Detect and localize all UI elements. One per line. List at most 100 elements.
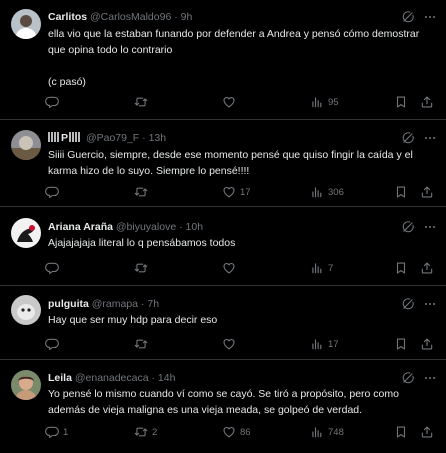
bookmark-button[interactable]: [394, 260, 408, 276]
tweet[interactable]: Carlitos @CarlosMaldo96 · 9h ella vio qu…: [0, 0, 446, 120]
tweet-header: Carlitos @CarlosMaldo96 · 9h: [48, 10, 416, 24]
user-handle[interactable]: @ramapa: [92, 298, 138, 310]
separator: ·: [151, 372, 156, 384]
user-handle[interactable]: @Pao79_F: [86, 132, 139, 144]
user-handle[interactable]: @biyuyalove: [116, 221, 176, 233]
avatar[interactable]: [11, 130, 41, 160]
grok-icon[interactable]: [401, 131, 415, 145]
more-icon[interactable]: [423, 371, 437, 385]
like-button[interactable]: 17: [222, 184, 251, 200]
views-button[interactable]: 748: [310, 424, 344, 440]
views-button[interactable]: 17: [310, 336, 339, 352]
reply-button[interactable]: 1: [45, 424, 68, 440]
grok-icon[interactable]: [401, 371, 415, 385]
tweet-top-actions: [401, 10, 437, 24]
timestamp[interactable]: 7h: [147, 298, 159, 310]
reply-button[interactable]: [45, 336, 63, 352]
share-button[interactable]: [420, 260, 434, 276]
reply-icon: [45, 337, 59, 351]
tweet[interactable]: P @Pao79_F · 13h Siiii Guercio, siempre,…: [0, 120, 446, 207]
tweet-text: ella vio que la estaban funando por defe…: [48, 28, 420, 88]
tweet-top-actions: [401, 131, 437, 145]
timestamp[interactable]: 14h: [158, 372, 176, 384]
retweet-button[interactable]: [134, 94, 152, 110]
timestamp[interactable]: 10h: [186, 221, 204, 233]
avatar[interactable]: [11, 295, 41, 325]
views-icon: [310, 185, 324, 199]
separator: ·: [174, 11, 178, 23]
user-name[interactable]: Leila: [48, 372, 72, 384]
grok-icon[interactable]: [401, 297, 415, 311]
reply-button[interactable]: [45, 184, 63, 200]
like-count: 17: [240, 186, 251, 198]
name-emoji-icon: [69, 132, 82, 142]
share-icon: [420, 337, 434, 351]
more-icon[interactable]: [423, 10, 437, 24]
user-name[interactable]: Ariana Araña: [48, 221, 113, 233]
bookmark-button[interactable]: [394, 424, 408, 440]
share-button[interactable]: [420, 336, 434, 352]
views-button[interactable]: 95: [310, 94, 339, 110]
user-handle[interactable]: @CarlosMaldo96: [90, 11, 171, 23]
views-button[interactable]: 306: [310, 184, 344, 200]
avatar[interactable]: [11, 9, 41, 39]
share-button[interactable]: [420, 94, 434, 110]
tweet-header: Ariana Araña @biyuyalove · 10h: [48, 220, 416, 234]
tweet-header: P @Pao79_F · 13h: [48, 131, 416, 145]
share-button[interactable]: [420, 184, 434, 200]
retweet-icon: [134, 261, 148, 275]
reply-icon: [45, 425, 59, 439]
avatar[interactable]: [11, 370, 41, 400]
views-icon: [310, 261, 324, 275]
grok-icon[interactable]: [401, 220, 415, 234]
reply-icon: [45, 261, 59, 275]
user-name[interactable]: Carlitos: [48, 11, 87, 23]
bookmark-button[interactable]: [394, 336, 408, 352]
tweet[interactable]: Leila @enanadecaca · 14h Yo pensé lo mis…: [0, 360, 446, 453]
reply-icon: [45, 185, 59, 199]
user-name[interactable]: P: [61, 132, 68, 144]
retweet-icon: [134, 425, 148, 439]
heart-icon: [222, 261, 236, 275]
heart-icon: [222, 95, 236, 109]
like-button[interactable]: [222, 336, 240, 352]
retweet-button[interactable]: [134, 184, 152, 200]
like-button[interactable]: [222, 260, 240, 276]
timestamp[interactable]: 13h: [149, 132, 167, 144]
tweet[interactable]: pulguita @ramapa · 7h Hay que ser muy hd…: [0, 286, 446, 360]
view-count: 748: [328, 426, 344, 438]
reply-feed: Carlitos @CarlosMaldo96 · 9h ella vio qu…: [0, 0, 446, 453]
separator: ·: [140, 298, 145, 310]
view-count: 306: [328, 186, 344, 198]
grok-icon[interactable]: [401, 10, 415, 24]
user-handle[interactable]: @enanadecaca: [75, 372, 149, 384]
bookmark-icon: [394, 261, 408, 275]
view-count: 17: [328, 338, 339, 350]
like-button[interactable]: [222, 94, 240, 110]
reply-button[interactable]: [45, 94, 63, 110]
tweet-actions: 1 2 86 748: [45, 424, 440, 440]
retweet-button[interactable]: [134, 336, 152, 352]
tweet[interactable]: Ariana Araña @biyuyalove · 10h Ajajajaja…: [0, 207, 446, 286]
bookmark-button[interactable]: [394, 94, 408, 110]
tweet-actions: 7: [45, 260, 440, 276]
timestamp[interactable]: 9h: [181, 11, 193, 23]
share-button[interactable]: [420, 424, 434, 440]
user-name[interactable]: pulguita: [48, 298, 89, 310]
tweet-top-actions: [401, 220, 437, 234]
share-icon: [420, 95, 434, 109]
more-icon[interactable]: [423, 220, 437, 234]
avatar[interactable]: [11, 218, 41, 248]
like-button[interactable]: 86: [222, 424, 251, 440]
bookmark-button[interactable]: [394, 184, 408, 200]
views-button[interactable]: 7: [310, 260, 333, 276]
tweet-actions: 17: [45, 336, 440, 352]
more-icon[interactable]: [423, 131, 437, 145]
reply-button[interactable]: [45, 260, 63, 276]
bookmark-icon: [394, 425, 408, 439]
retweet-icon: [134, 95, 148, 109]
more-icon[interactable]: [423, 297, 437, 311]
retweet-button[interactable]: 2: [134, 424, 157, 440]
name-emoji-icon: [48, 132, 60, 142]
retweet-button[interactable]: [134, 260, 152, 276]
